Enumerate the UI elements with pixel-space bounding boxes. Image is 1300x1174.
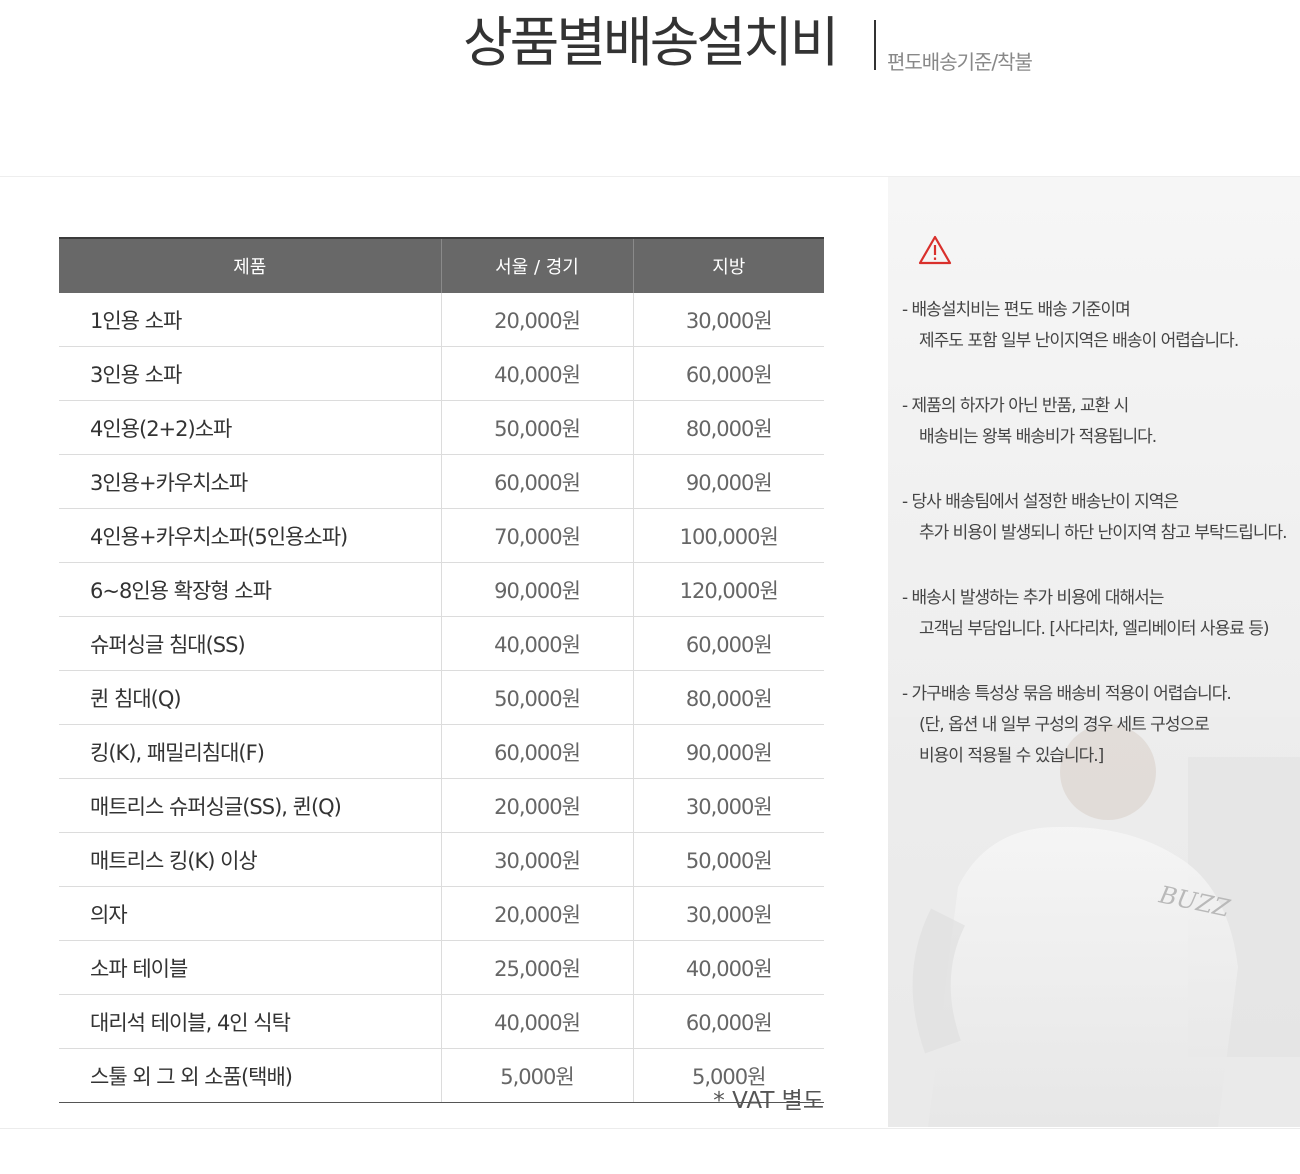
shipping-fee-table: 제품 서울 / 경기 지방 1인용 소파 20,000원 30,000원 3인용 소파… (59, 237, 824, 1103)
table-row: 4인용+카우치소파(5인용소파) 70,000원 100,000원 (59, 508, 824, 563)
product-name-cell: 스툴 외 그 외 소품(택배) (59, 1048, 441, 1103)
notice-item: 배송시 발생하는 추가 비용에 대해서는고객님 부담입니다. [사다리차, 엘리… (902, 583, 1297, 645)
notice-line: 추가 비용이 발생되니 하단 난이지역 참고 부탁드립니다. (919, 523, 1288, 543)
regional-fee-cell: 60,000원 (632, 346, 824, 401)
notice-line: 제품의 하자가 아닌 반품, 교환 시 (902, 391, 1297, 422)
product-name-cell: 매트리스 킹(K) 이상 (59, 832, 441, 887)
regional-fee-cell: 30,000원 (632, 778, 824, 833)
seoul-gyeonggi-fee-cell: 40,000원 (440, 994, 633, 1049)
product-name-cell: 1인용 소파 (59, 293, 441, 347)
table-row: 의자 20,000원 30,000원 (59, 886, 824, 941)
table-body: 1인용 소파 20,000원 30,000원 3인용 소파 40,000원 60,000원… (59, 293, 824, 1103)
table-row: 3인용+카우치소파 60,000원 90,000원 (59, 454, 824, 509)
notice-line: 당사 배송팀에서 설정한 배송난이 지역은 (902, 487, 1297, 518)
product-name-cell: 매트리스 슈퍼싱글(SS), 퀸(Q) (59, 778, 441, 833)
seoul-gyeonggi-fee-cell: 50,000원 (440, 400, 633, 455)
regional-fee-cell: 60,000원 (632, 994, 824, 1049)
product-name-cell: 4인용+카우치소파(5인용소파) (59, 508, 441, 563)
seoul-gyeonggi-fee-cell: 5,000원 (440, 1048, 633, 1103)
table-row: 스툴 외 그 외 소품(택배) 5,000원 5,000원 (59, 1048, 824, 1103)
seoul-gyeonggi-fee-cell: 20,000원 (440, 886, 633, 941)
notice-list: 배송설치비는 편도 배송 기준이며제주도 포함 일부 난이지역은 배송이 어렵습… (902, 295, 1297, 806)
page-title: 상품별배송설치비 (463, 11, 839, 74)
notice-line: 배송시 발생하는 추가 비용에 대해서는 (902, 583, 1297, 614)
regional-fee-cell: 80,000원 (632, 670, 824, 725)
table-row: 대리석 테이블, 4인 식탁 40,000원 60,000원 (59, 994, 824, 1049)
seoul-gyeonggi-fee-cell: 60,000원 (440, 454, 633, 509)
column-header-regional: 지방 (632, 237, 824, 293)
notice-line: (단, 옵션 내 일부 구성의 경우 세트 구성으로 (919, 715, 1210, 735)
table-row: 슈퍼싱글 침대(SS) 40,000원 60,000원 (59, 616, 824, 671)
regional-fee-cell: 60,000원 (632, 616, 824, 671)
page-header: 상품별배송설치비 편도배송기준/착불 (0, 0, 1300, 177)
table-row: 3인용 소파 40,000원 60,000원 (59, 346, 824, 401)
regional-fee-cell: 90,000원 (632, 454, 824, 509)
product-name-cell: 퀸 침대(Q) (59, 670, 441, 725)
regional-fee-cell: 50,000원 (632, 832, 824, 887)
warning-icon (918, 235, 952, 265)
seoul-gyeonggi-fee-cell: 20,000원 (440, 293, 633, 347)
bottom-divider (0, 1128, 1300, 1129)
product-name-cell: 3인용+카우치소파 (59, 454, 441, 509)
notice-line: 비용이 적용될 수 있습니다.] (919, 746, 1104, 766)
product-name-cell: 슈퍼싱글 침대(SS) (59, 616, 441, 671)
product-name-cell: 6~8인용 확장형 소파 (59, 562, 441, 617)
title-divider (874, 20, 876, 70)
regional-fee-cell: 30,000원 (632, 886, 824, 941)
notice-line: 가구배송 특성상 묶음 배송비 적용이 어렵습니다. (902, 679, 1297, 710)
regional-fee-cell: 30,000원 (632, 293, 824, 347)
seoul-gyeonggi-fee-cell: 30,000원 (440, 832, 633, 887)
seoul-gyeonggi-fee-cell: 90,000원 (440, 562, 633, 617)
column-header-product: 제품 (59, 237, 441, 293)
table-row: 매트리스 슈퍼싱글(SS), 퀸(Q) 20,000원 30,000원 (59, 778, 824, 833)
table-row: 킹(K), 패밀리침대(F) 60,000원 90,000원 (59, 724, 824, 779)
table-row: 1인용 소파 20,000원 30,000원 (59, 293, 824, 347)
notice-line: 배송비는 왕복 배송비가 적용됩니다. (919, 427, 1157, 447)
table-row: 매트리스 킹(K) 이상 30,000원 50,000원 (59, 832, 824, 887)
table-row: 소파 테이블 25,000원 40,000원 (59, 940, 824, 995)
seoul-gyeonggi-fee-cell: 70,000원 (440, 508, 633, 563)
product-name-cell: 3인용 소파 (59, 346, 441, 401)
shipping-fee-table-section: 제품 서울 / 경기 지방 1인용 소파 20,000원 30,000원 3인용 소파… (59, 237, 824, 1114)
regional-fee-cell: 40,000원 (632, 940, 824, 995)
seoul-gyeonggi-fee-cell: 20,000원 (440, 778, 633, 833)
regional-fee-cell: 120,000원 (632, 562, 824, 617)
seoul-gyeonggi-fee-cell: 40,000원 (440, 346, 633, 401)
seoul-gyeonggi-fee-cell: 40,000원 (440, 616, 633, 671)
table-header-row: 제품 서울 / 경기 지방 (59, 237, 824, 293)
table-row: 4인용(2+2)소파 50,000원 80,000원 (59, 400, 824, 455)
notice-panel: BUZZ 배송설치비는 편도 배송 기준이며제주도 포함 일부 난이지역은 배송… (888, 177, 1300, 1127)
table-row: 6~8인용 확장형 소파 90,000원 120,000원 (59, 562, 824, 617)
notice-line: 고객님 부담입니다. [사다리차, 엘리베이터 사용료 등) (919, 619, 1270, 639)
product-name-cell: 킹(K), 패밀리침대(F) (59, 724, 441, 779)
product-name-cell: 의자 (59, 886, 441, 941)
product-name-cell: 소파 테이블 (59, 940, 441, 995)
product-name-cell: 4인용(2+2)소파 (59, 400, 441, 455)
notice-line: 배송설치비는 편도 배송 기준이며 (902, 295, 1297, 326)
regional-fee-cell: 90,000원 (632, 724, 824, 779)
column-header-seoul-gyeonggi: 서울 / 경기 (440, 237, 633, 293)
table-row: 퀸 침대(Q) 50,000원 80,000원 (59, 670, 824, 725)
seoul-gyeonggi-fee-cell: 50,000원 (440, 670, 633, 725)
seoul-gyeonggi-fee-cell: 25,000원 (440, 940, 633, 995)
page-subtitle: 편도배송기준/착불 (887, 50, 1033, 74)
notice-item: 가구배송 특성상 묶음 배송비 적용이 어렵습니다. (단, 옵션 내 일부 구성… (902, 679, 1297, 772)
seoul-gyeonggi-fee-cell: 60,000원 (440, 724, 633, 779)
notice-item: 당사 배송팀에서 설정한 배송난이 지역은추가 비용이 발생되니 하단 난이지역… (902, 487, 1297, 549)
notice-item: 제품의 하자가 아닌 반품, 교환 시배송비는 왕복 배송비가 적용됩니다. (902, 391, 1297, 453)
product-name-cell: 대리석 테이블, 4인 식탁 (59, 994, 441, 1049)
regional-fee-cell: 80,000원 (632, 400, 824, 455)
notice-line: 제주도 포함 일부 난이지역은 배송이 어렵습니다. (919, 331, 1239, 351)
regional-fee-cell: 100,000원 (632, 508, 824, 563)
vat-note: * VAT 별도 (713, 1088, 824, 1114)
notice-item: 배송설치비는 편도 배송 기준이며제주도 포함 일부 난이지역은 배송이 어렵습… (902, 295, 1297, 357)
